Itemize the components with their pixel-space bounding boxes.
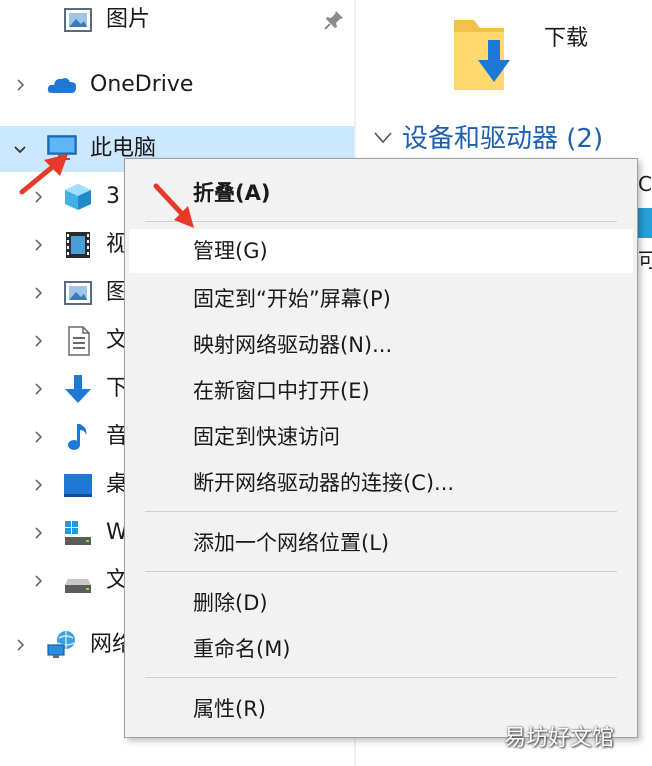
documents-icon xyxy=(62,325,94,357)
menu-item-label: 添加一个网络位置(L) xyxy=(193,531,390,555)
menu-item-delete[interactable]: 删除(D) xyxy=(129,581,633,625)
chevron-down-icon[interactable] xyxy=(374,130,392,144)
nav-item-pictures-quick[interactable]: 图片 xyxy=(0,0,356,46)
menu-item-collapse[interactable]: 折叠(A) xyxy=(129,171,633,215)
menu-item-add-network-location[interactable]: 添加一个网络位置(L) xyxy=(129,521,633,565)
menu-item-disconnect-network-drive[interactable]: 断开网络驱动器的连接(C)... xyxy=(129,461,633,505)
downloads-arrow-icon xyxy=(62,373,94,405)
menu-item-label: 属性(R) xyxy=(193,697,266,721)
chevron-right-icon[interactable] xyxy=(32,335,44,347)
menu-item-pin-quick-access[interactable]: 固定到快速访问 xyxy=(129,415,633,459)
drive-icon xyxy=(62,565,94,597)
pictures-icon xyxy=(62,277,94,309)
menu-separator xyxy=(145,677,617,678)
chevron-right-icon[interactable] xyxy=(32,431,44,443)
network-icon xyxy=(46,629,78,661)
windows-drive-icon xyxy=(62,517,94,549)
drive-fragment-label: 可 xyxy=(638,248,652,272)
menu-item-label: 管理(G) xyxy=(193,239,268,263)
chevron-right-icon[interactable] xyxy=(14,639,26,651)
menu-item-open-new-window[interactable]: 在新窗口中打开(E) xyxy=(129,369,633,413)
context-menu: 折叠(A) 管理(G) 固定到“开始”屏幕(P) 映射网络驱动器(N)... 在… xyxy=(124,158,638,738)
chevron-right-icon[interactable] xyxy=(32,527,44,539)
chevron-right-icon[interactable] xyxy=(32,479,44,491)
menu-separator xyxy=(145,571,617,572)
annotation-arrow-icon xyxy=(19,154,68,195)
downloads-folder-label[interactable]: 下载 xyxy=(544,20,588,52)
nav-item-label: 图片 xyxy=(106,7,151,32)
drive-fragment-label: C: xyxy=(638,172,652,196)
chevron-right-icon[interactable] xyxy=(14,79,26,91)
menu-item-label: 断开网络驱动器的连接(C)... xyxy=(193,471,455,495)
nav-item-label: OneDrive xyxy=(90,72,194,97)
menu-item-rename[interactable]: 重命名(M) xyxy=(129,627,633,671)
desktop-icon xyxy=(62,469,94,501)
nav-item-label: 3 xyxy=(106,184,120,209)
menu-item-label: 重命名(M) xyxy=(193,637,291,661)
menu-item-pin-to-start[interactable]: 固定到“开始”屏幕(P) xyxy=(129,277,633,321)
videos-icon xyxy=(62,229,94,261)
nav-item-onedrive[interactable]: OneDrive xyxy=(0,62,356,108)
chevron-right-icon[interactable] xyxy=(32,239,44,251)
pictures-icon xyxy=(62,4,94,36)
pin-icon[interactable] xyxy=(322,8,346,32)
downloads-folder-icon[interactable] xyxy=(452,10,516,94)
menu-item-label: 映射网络驱动器(N)... xyxy=(193,333,393,357)
menu-separator xyxy=(145,221,617,222)
menu-separator xyxy=(145,511,617,512)
menu-item-map-network-drive[interactable]: 映射网络驱动器(N)... xyxy=(129,323,633,367)
menu-item-label: 折叠(A) xyxy=(193,181,271,205)
section-title-devices[interactable]: 设备和驱动器 (2) xyxy=(402,118,603,155)
menu-item-label: 在新窗口中打开(E) xyxy=(193,379,370,403)
menu-item-label: 固定到快速访问 xyxy=(193,425,340,449)
menu-item-label: 固定到“开始”屏幕(P) xyxy=(193,287,391,311)
watermark-text: 易坊好文馆 xyxy=(504,726,615,751)
chevron-right-icon[interactable] xyxy=(32,287,44,299)
menu-item-manage[interactable]: 管理(G) xyxy=(129,229,633,273)
menu-item-label: 删除(D) xyxy=(193,591,268,615)
music-note-icon xyxy=(62,421,94,453)
onedrive-cloud-icon xyxy=(46,69,78,101)
chevron-right-icon[interactable] xyxy=(32,575,44,587)
annotation-arrow-icon xyxy=(153,183,194,228)
chevron-right-icon[interactable] xyxy=(32,383,44,395)
